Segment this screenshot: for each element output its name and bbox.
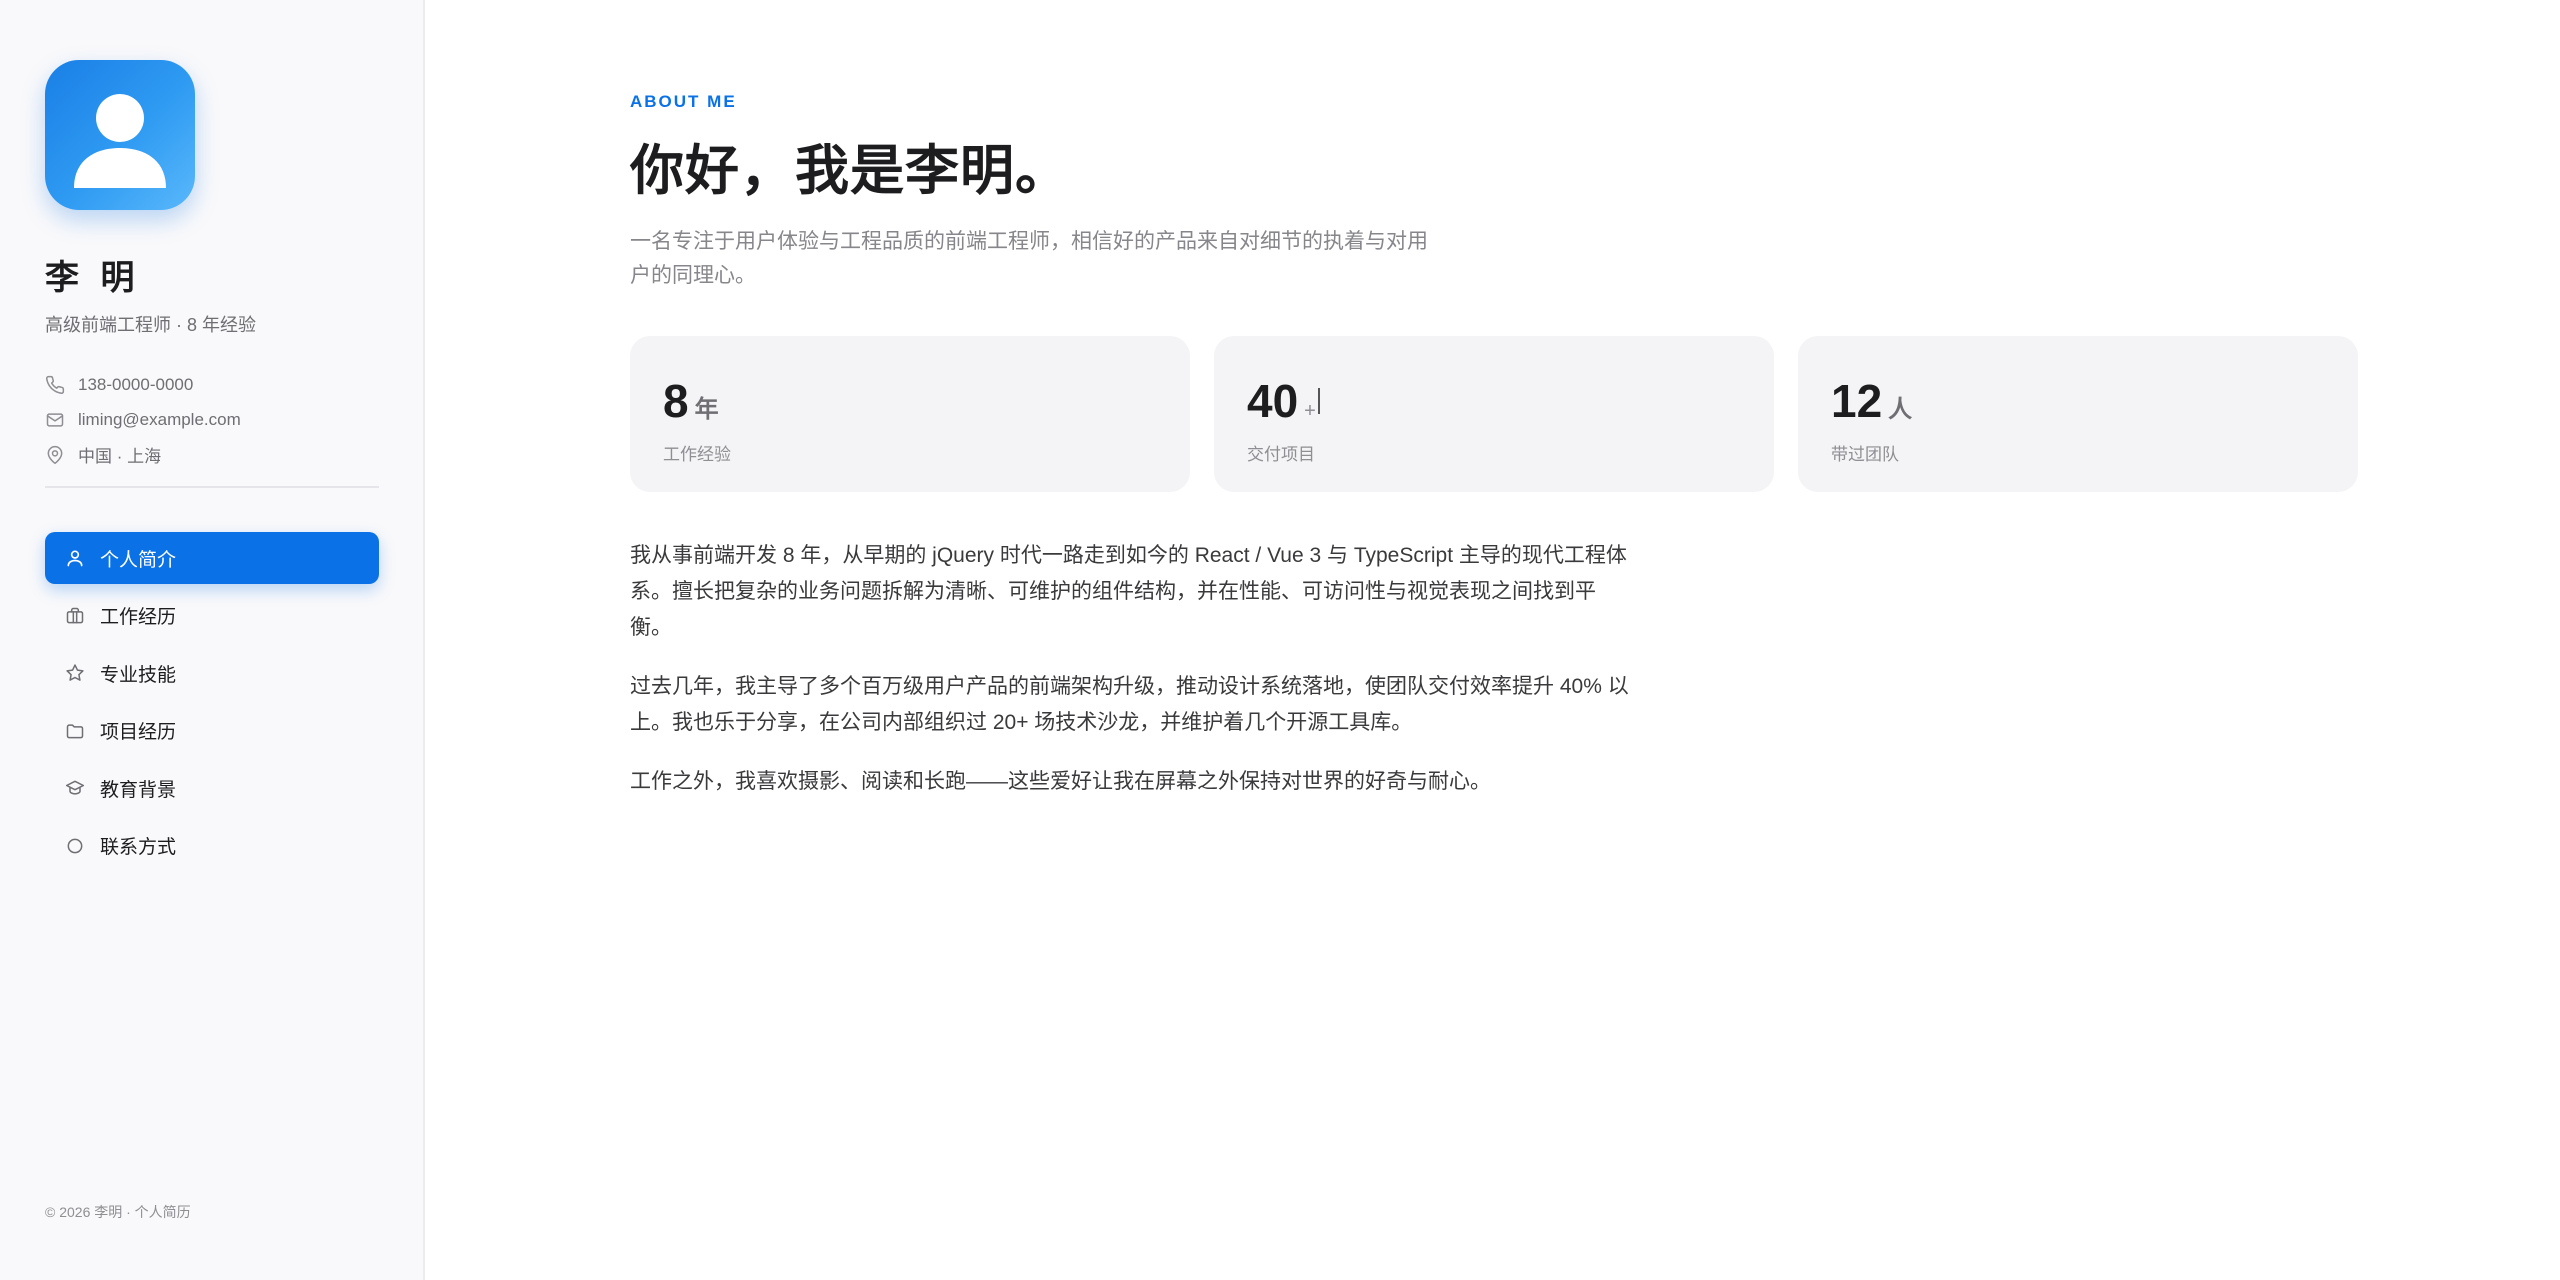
contact-phone[interactable]: 138-0000-0000 xyxy=(45,367,378,402)
nav-item-contact[interactable]: 联系方式 xyxy=(45,820,379,872)
stat-number: 40 xyxy=(1247,375,1299,427)
stat-card-experience: 8 年 工作经验 xyxy=(630,336,1190,492)
mail-icon xyxy=(45,410,65,430)
stat-unit: + xyxy=(1304,400,1316,422)
nav-item-projects[interactable]: 项目经历 xyxy=(45,705,379,757)
folder-icon xyxy=(65,721,85,741)
briefcase-icon xyxy=(65,606,85,626)
page-title: 你好，我是李明。 xyxy=(630,141,1070,201)
nav-item-profile[interactable]: 个人简介 xyxy=(45,532,379,584)
stats-row: 8 年 工作经验 40 + 交付项目 12 人 带过团队 xyxy=(630,336,2560,492)
nav-label: 项目经历 xyxy=(100,722,177,743)
profile-name: 李 明 xyxy=(45,259,141,297)
nav-label: 联系方式 xyxy=(100,837,177,858)
stat-card-team: 12 人 带过团队 xyxy=(1798,336,2358,492)
text-caret xyxy=(1317,388,1320,414)
map-pin-icon xyxy=(45,445,65,465)
nav-item-experience[interactable]: 工作经历 xyxy=(45,590,379,642)
phone-icon xyxy=(45,375,65,395)
stat-value: 8 年 xyxy=(663,374,1190,428)
stat-label: 带过团队 xyxy=(1831,445,1899,464)
stat-value: 12 人 xyxy=(1831,374,2358,428)
sidebar-footer: © 2026 李明 · 个人简历 xyxy=(45,1204,191,1220)
phone-text: 138-0000-0000 xyxy=(78,374,194,394)
graduation-cap-icon xyxy=(65,778,85,798)
intro-text: 一名专注于用户体验与工程品质的前端工程师，相信好的产品来自对细节的执着与对用户的… xyxy=(630,230,1428,287)
bio-paragraph: 过去几年，我主导了多个百万级用户产品的前端架构升级，推动设计系统落地，使团队交付… xyxy=(630,675,1629,734)
nav-item-skills[interactable]: 专业技能 xyxy=(45,647,379,699)
nav-label: 教育背景 xyxy=(100,779,177,801)
stat-value: 40 + xyxy=(1247,374,1774,428)
email-text: liming@example.com xyxy=(78,409,241,429)
sidebar-divider xyxy=(45,486,379,488)
nav-label: 工作经历 xyxy=(100,607,177,628)
avatar xyxy=(45,60,195,210)
user-icon xyxy=(65,548,85,568)
nav-label: 个人简介 xyxy=(100,549,177,571)
profile-title: 高级前端工程师 · 8 年经验 xyxy=(45,315,257,335)
circle-icon xyxy=(65,836,85,856)
stat-unit: 年 xyxy=(694,396,719,423)
main-content: ABOUT ME 你好，我是李明。 一名专注于用户体验与工程品质的前端工程师，相… xyxy=(425,0,2560,1280)
contact-email[interactable]: liming@example.com xyxy=(45,402,378,437)
bio-paragraph: 工作之外，我喜欢摄影、阅读和长跑——这些爱好让我在屏幕之外保持对世界的好奇与耐心… xyxy=(630,770,1491,793)
stat-number: 8 xyxy=(663,375,689,427)
location-text: 中国 · 上海 xyxy=(78,447,162,466)
nav-label: 专业技能 xyxy=(100,664,177,686)
stat-unit: 人 xyxy=(1888,396,1913,423)
star-icon xyxy=(65,663,85,683)
app: 李 明 高级前端工程师 · 8 年经验 138-0000-0000 liming… xyxy=(0,0,2560,1280)
stat-number: 12 xyxy=(1831,375,1883,427)
stat-label: 工作经验 xyxy=(663,445,731,464)
nav-item-education[interactable]: 教育背景 xyxy=(45,762,379,814)
contact-list: 138-0000-0000 liming@example.com 中国 · 上海 xyxy=(45,367,378,472)
section-eyebrow: ABOUT ME xyxy=(630,92,737,111)
contact-location: 中国 · 上海 xyxy=(45,437,378,472)
stat-label: 交付项目 xyxy=(1247,445,1315,464)
user-avatar-icon xyxy=(74,94,166,188)
bio-paragraph: 我从事前端开发 8 年，从早期的 jQuery 时代一路走到如今的 React … xyxy=(630,544,1627,639)
sidebar: 李 明 高级前端工程师 · 8 年经验 138-0000-0000 liming… xyxy=(0,0,425,1280)
sidebar-nav: 个人简介 工作经历 专业技能 项目经历 教育背景 联系方式 xyxy=(45,532,379,872)
stat-card-projects: 40 + 交付项目 xyxy=(1214,336,1774,492)
